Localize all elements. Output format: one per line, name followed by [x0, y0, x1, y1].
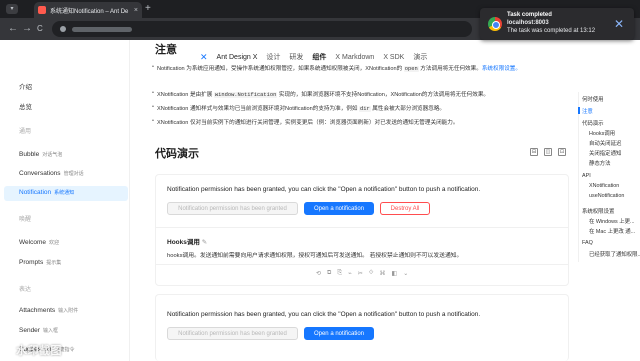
expand-code-icon[interactable]: ⊟ [530, 148, 538, 156]
toc-active-marker [578, 107, 580, 114]
toc-item[interactable]: 代码演示 [582, 119, 604, 127]
codesandbox-icon[interactable]: ⟲ [316, 270, 321, 277]
site-brand[interactable]: Ant Design X [217, 54, 258, 61]
toc-item-active[interactable]: 注意 [582, 107, 593, 115]
toc-item[interactable]: 在 Mac 上更改 通... [589, 227, 635, 235]
toc-item[interactable]: useNotification [589, 193, 624, 199]
ant-design-x-logo-icon: ✕ [200, 51, 208, 62]
anchor-icon[interactable]: ⟐ [369, 270, 374, 277]
demo-description: hooks调用。发送通知前需要向用户请求通知权限，授权可通知后可发送通知。 若授… [167, 253, 463, 259]
toc-item[interactable]: 何时使用 [582, 95, 604, 103]
system-notification-toast[interactable]: Task completed localhost:8003 The task w… [480, 8, 634, 40]
sidebar-item-intro[interactable]: 介绍 [19, 81, 32, 91]
nav-item-demo[interactable]: 演示 [413, 52, 427, 62]
toc-item[interactable]: 在 Windows 上更... [589, 217, 635, 225]
sidebar-item-prompts[interactable]: Prompts 提示集 [19, 259, 61, 266]
notice-bullet-2: XNotification 是由扩展 window.Notification 实… [152, 90, 489, 98]
notice-bullet-1: Notification 为系统应用通知，受操作系统通知权限管控，如果系统通知权… [152, 64, 521, 72]
sidebar: 介绍 总览 通用 Bubble 对话气泡 Conversations 管理对话 No… [0, 40, 130, 361]
open-notification-button[interactable]: Open a notification [304, 202, 374, 215]
toc-item[interactable]: 已经获取了通知权限... [589, 250, 640, 258]
address-bar[interactable] [52, 21, 472, 37]
toc-item[interactable]: 系统权限设置 [582, 207, 614, 215]
nav-item-develop[interactable]: 研发 [289, 52, 303, 62]
code-actions: ⟲ ⧉ ⎘ ⌁ ✂ ⟐ ⌘ ◧ ⌄ [316, 270, 408, 277]
toc-item[interactable]: 自动关闭延迟 [589, 139, 621, 147]
new-tab-button[interactable]: + [145, 3, 151, 14]
sidebar-item-notification[interactable]: Notification 系统通知 [19, 189, 74, 196]
demo-section-heading: 代码演示 [155, 148, 199, 160]
toast-close-icon[interactable]: ✕ [614, 17, 624, 31]
forward-icon[interactable]: → [22, 23, 32, 34]
demo-toolbar: ⊟ ◫ ⊡ [530, 148, 566, 156]
notice-bullet-4: XNotification 仅对当前实例下的通知进行关闭管理，实例变更后（例：浏… [152, 118, 458, 126]
stackblitz-icon[interactable]: ⌁ [348, 270, 352, 277]
nav-item-design[interactable]: 设计 [266, 52, 280, 62]
layout-icon[interactable]: ⊡ [558, 148, 566, 156]
site-info-icon[interactable] [60, 26, 66, 32]
demo-divider [156, 264, 568, 265]
toast-title: Task completed [507, 12, 552, 18]
nav-item-components[interactable]: 组件 [312, 52, 326, 62]
tab-list-button[interactable]: ▾ [6, 4, 18, 14]
edit-icon[interactable]: ✎ [202, 239, 207, 246]
sidebar-group-wake: 唤醒 [19, 217, 32, 223]
sidebar-group-general: 通用 [19, 129, 32, 135]
system-permission-link[interactable]: 系统权限设置。 [482, 66, 521, 72]
expand-icon[interactable]: ⌄ [403, 270, 408, 277]
permission-granted-button[interactable]: Notification permission has been granted [167, 327, 298, 340]
sidebar-item-conversations[interactable]: Conversations 管理对话 [19, 170, 84, 177]
toast-body: The task was completed at 13:12 [507, 28, 596, 34]
reload-icon[interactable]: C [37, 24, 43, 33]
tab-title: 系统通知Notification – Ant De [50, 8, 129, 15]
page-heading-notice: 注意 [155, 44, 177, 56]
snippet-icon[interactable]: ✂ [358, 270, 363, 277]
toc-item[interactable]: API [582, 173, 591, 179]
demo-title: Hooks调用 ✎ [167, 239, 208, 246]
watermark: 水印截图 [4, 342, 62, 358]
sidebar-item-welcome[interactable]: Welcome 欢迎 [19, 239, 59, 246]
destroy-all-button[interactable]: Destroy All [380, 202, 430, 215]
codepen-icon[interactable]: ⧉ [327, 270, 331, 277]
address-text-redacted [72, 26, 132, 32]
sidebar-item-overview[interactable]: 总览 [19, 101, 32, 111]
toc-item[interactable]: Hooks调用 [589, 129, 615, 137]
toc-item[interactable]: 关闭指定通知 [589, 149, 621, 157]
debug-icon[interactable]: ◫ [544, 148, 552, 156]
demo-divider [156, 227, 568, 228]
demo-card-auto-close: Notification permission has been granted… [155, 294, 569, 361]
nav-item-x-sdk[interactable]: X SDK [383, 54, 404, 61]
notice-bullet-3: XNotification 通知样式与效果均已当前浏览器环境对Notificat… [152, 104, 445, 112]
demo-card-hooks: Notification permission has been granted… [155, 174, 569, 286]
demo-permission-text: Notification permission has been granted… [167, 186, 481, 193]
tab-close-icon[interactable]: × [134, 7, 138, 14]
copy-icon[interactable]: ⎘ [337, 270, 342, 277]
sidebar-item-sender[interactable]: Sender 输入框 [19, 327, 58, 334]
open-notification-button[interactable]: Open a notification [304, 327, 374, 340]
toc-rail [578, 92, 579, 262]
permission-granted-button[interactable]: Notification permission has been granted [167, 202, 298, 215]
demo-permission-text: Notification permission has been granted… [167, 311, 481, 318]
toast-host: localhost:8003 [507, 20, 549, 26]
toc-item[interactable]: FAQ [582, 240, 593, 246]
toc-item[interactable]: XNotification [589, 183, 619, 189]
chrome-logo-icon [488, 17, 502, 31]
sidebar-item-attachments[interactable]: Attachments 输入附件 [19, 307, 78, 314]
back-icon[interactable]: ← [8, 23, 18, 34]
split-view-icon[interactable]: ◧ [392, 270, 398, 277]
browser-tab[interactable]: 系统通知Notification – Ant De × [34, 2, 142, 18]
sidebar-item-bubble[interactable]: Bubble 对话气泡 [19, 151, 62, 158]
command-icon[interactable]: ⌘ [380, 270, 386, 277]
sidebar-group-express: 表达 [19, 287, 32, 293]
tab-favicon-icon [38, 6, 46, 14]
watermark-logo-icon [4, 345, 14, 355]
nav-item-x-markdown[interactable]: X Markdown [335, 54, 374, 61]
toc-item[interactable]: 静态方法 [589, 159, 611, 167]
